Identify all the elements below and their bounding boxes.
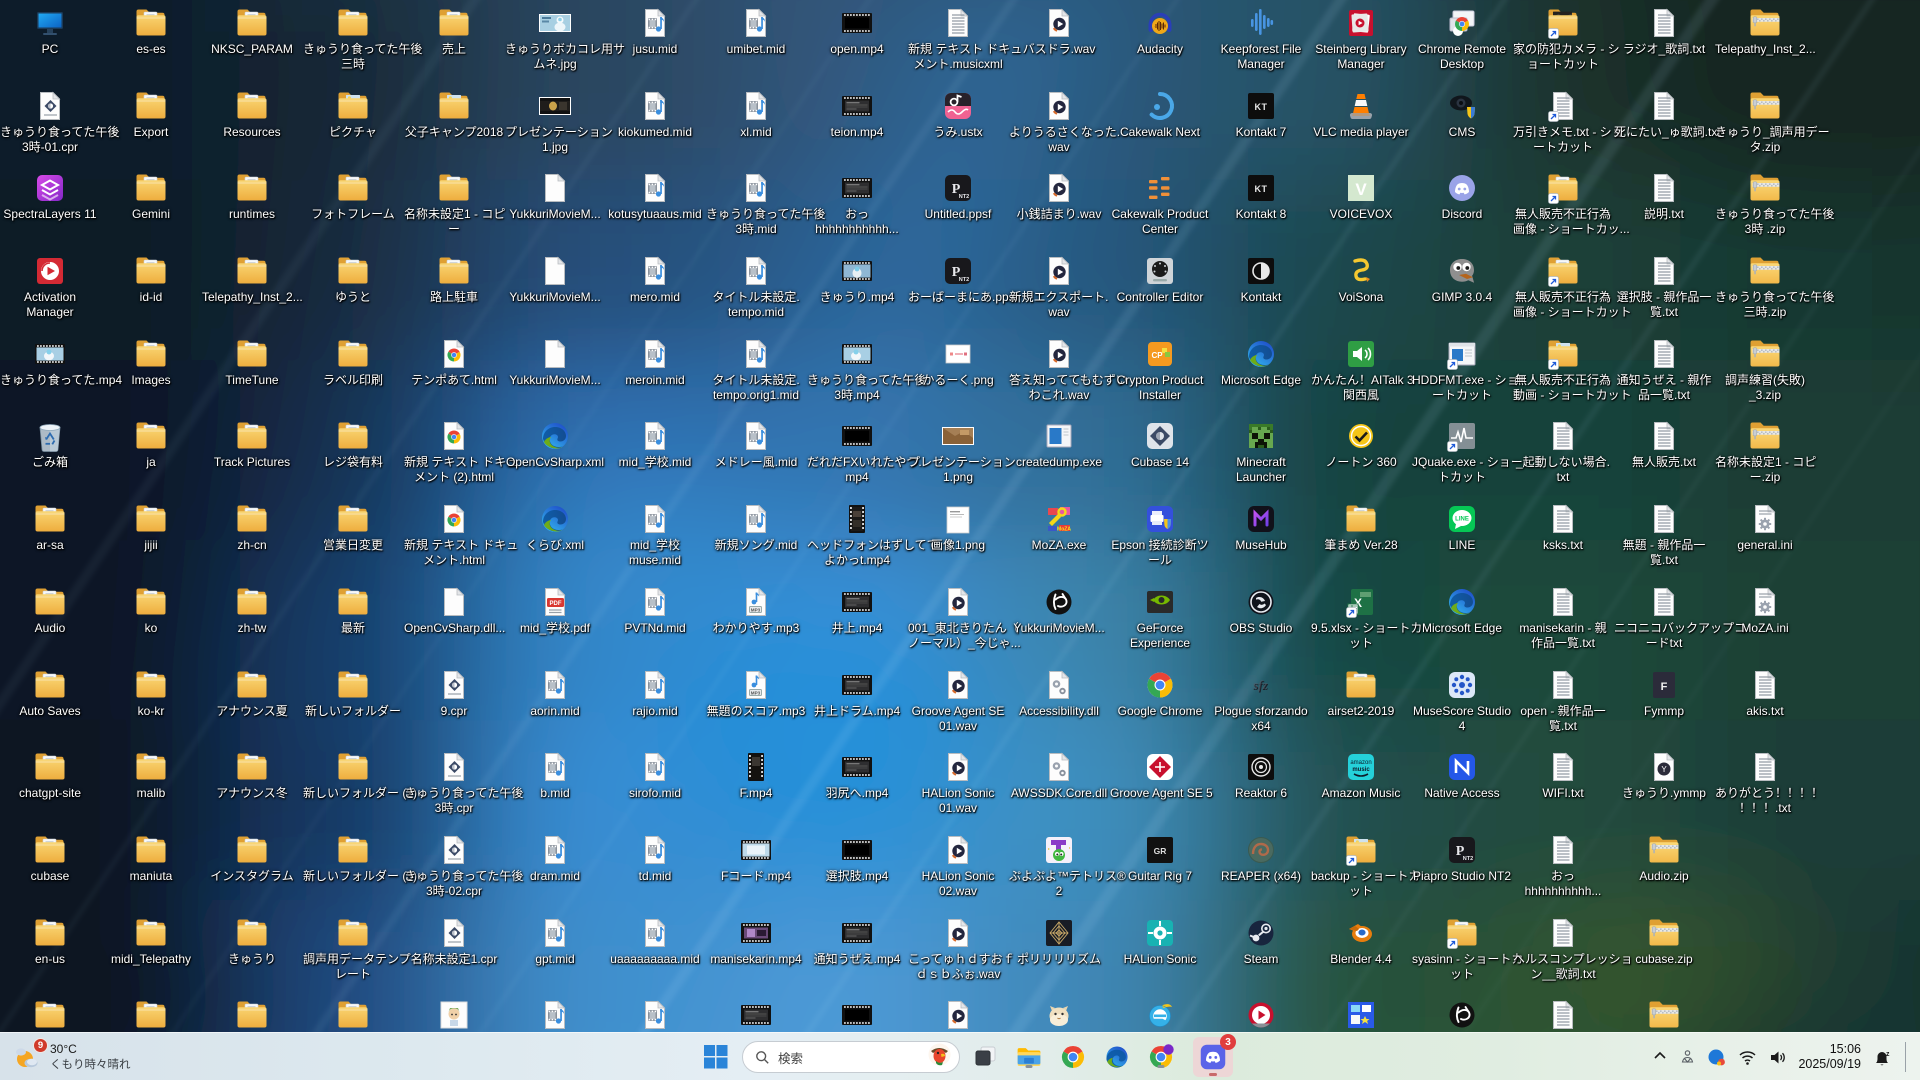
svg-text:GR: GR xyxy=(1154,846,1167,856)
svg-text:V: V xyxy=(1355,180,1367,199)
svg-text:PDF: PDF xyxy=(550,601,562,607)
svg-text:MP3: MP3 xyxy=(751,607,761,612)
svg-text:Y: Y xyxy=(1661,765,1667,774)
svg-text:sfz: sfz xyxy=(1252,677,1268,692)
svg-text:MoZA: MoZA xyxy=(1057,527,1071,533)
svg-text:music: music xyxy=(1352,767,1370,773)
svg-text:NT2: NT2 xyxy=(959,194,969,200)
svg-text:NT2: NT2 xyxy=(959,277,969,283)
svg-text:amazon: amazon xyxy=(1350,760,1371,766)
svg-text:F: F xyxy=(1661,681,1668,693)
svg-text:z: z xyxy=(1886,1051,1890,1058)
svg-text:KT: KT xyxy=(1255,184,1268,194)
svg-text:NT2: NT2 xyxy=(1463,856,1473,862)
svg-text:MP3: MP3 xyxy=(751,690,761,695)
svg-text:KT: KT xyxy=(1255,102,1268,112)
svg-text:LINE: LINE xyxy=(1455,517,1469,523)
svg-text:CP: CP xyxy=(1151,351,1163,360)
